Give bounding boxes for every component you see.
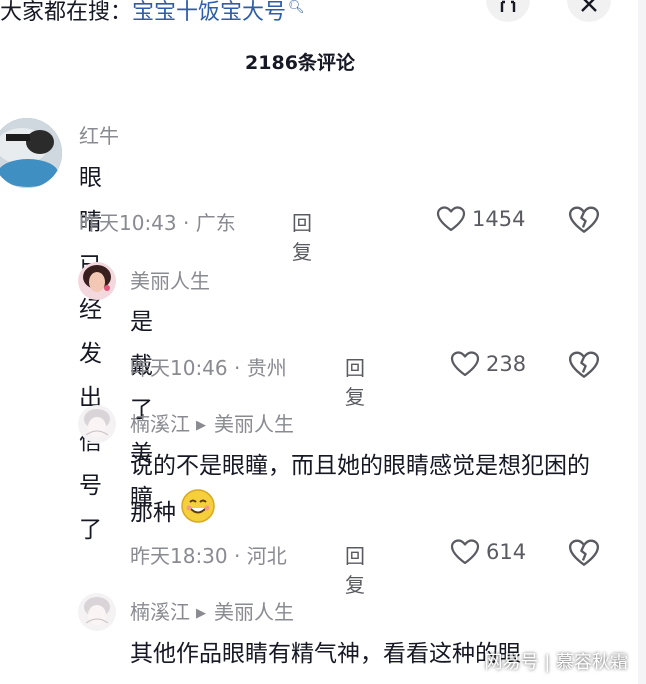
comment-location: 广东 — [195, 211, 236, 235]
avatar[interactable] — [78, 405, 116, 443]
reply-to-username[interactable]: 美丽人生 — [214, 412, 294, 436]
username[interactable]: 楠溪江 — [130, 600, 190, 624]
top-bar: 大家都在搜：宝宝十饭宝大号 🔍︎ — [0, 0, 646, 40]
reply-arrow-icon: ▶ — [196, 606, 206, 621]
username[interactable]: 美丽人生 — [130, 265, 210, 294]
search-suggestion[interactable]: 大家都在搜：宝宝十饭宝大号 🔍︎ — [0, 0, 305, 26]
broken-heart-icon — [568, 206, 600, 233]
expand-button[interactable] — [486, 0, 530, 22]
reply-button[interactable]: 回复 — [292, 207, 312, 265]
comment-location: 贵州 — [246, 356, 287, 380]
like-button[interactable]: 614 — [450, 538, 526, 566]
like-button[interactable]: 1454 — [436, 205, 525, 233]
reply-header: 楠溪江 ▶ 美丽人生 — [130, 408, 294, 437]
broken-heart-icon — [568, 539, 600, 566]
search-prefix: 大家都在搜： — [0, 0, 133, 25]
heart-icon — [450, 539, 480, 565]
avatar[interactable] — [0, 118, 62, 188]
search-icon: 🔍︎ — [288, 0, 305, 15]
avatar-image — [78, 262, 116, 300]
avatar-image — [78, 593, 116, 631]
avatar[interactable] — [78, 262, 116, 300]
close-icon — [581, 0, 597, 12]
heart-icon — [436, 206, 466, 232]
comment-text: 说的不是眼瞳，而且她的眼睛感觉是想犯困的那种 — [130, 444, 610, 539]
like-button[interactable]: 238 — [450, 350, 526, 378]
reply-to-username[interactable]: 美丽人生 — [214, 600, 294, 624]
dislike-button[interactable] — [568, 205, 600, 239]
username[interactable]: 红牛 — [79, 120, 119, 149]
scroll-edge — [638, 0, 646, 684]
broken-heart-icon — [568, 351, 600, 378]
heart-icon — [450, 351, 480, 377]
comment-time: 昨天10:46 — [130, 356, 228, 380]
comment-meta: 昨天10:46 · 贵州 — [130, 356, 287, 380]
dislike-button[interactable] — [568, 350, 600, 384]
like-count: 614 — [486, 540, 527, 564]
comment-meta: 昨天10:43 · 广东 — [79, 211, 236, 235]
comment-location: 河北 — [246, 544, 287, 568]
close-button[interactable] — [567, 0, 611, 22]
avatar[interactable] — [78, 593, 116, 631]
comment-meta: 昨天18:30 · 河北 — [130, 544, 287, 568]
reply-arrow-icon: ▶ — [196, 418, 206, 433]
like-count: 1454 — [472, 207, 526, 231]
comment-time: 昨天10:43 — [79, 211, 177, 235]
watermark: 网易号 | 慕容秋霜 — [484, 652, 628, 673]
reply-button[interactable]: 回复 — [345, 352, 365, 410]
expand-icon — [500, 0, 516, 12]
comment-text: 其他作品眼睛有精气神，看看这种的眼 — [130, 641, 521, 667]
avatar-image — [0, 118, 62, 188]
like-count: 238 — [486, 352, 527, 376]
search-term-link[interactable]: 宝宝十饭宝大号 — [132, 0, 286, 25]
dislike-button[interactable] — [568, 538, 600, 572]
reply-header: 楠溪江 ▶ 美丽人生 — [130, 596, 294, 625]
comment-time: 昨天18:30 — [130, 544, 228, 568]
smiley-emoji-icon — [180, 488, 216, 539]
avatar-image — [78, 405, 116, 443]
username[interactable]: 楠溪江 — [130, 412, 190, 436]
comment-count: 2186条评论 — [245, 52, 355, 74]
reply-button[interactable]: 回复 — [345, 540, 365, 598]
